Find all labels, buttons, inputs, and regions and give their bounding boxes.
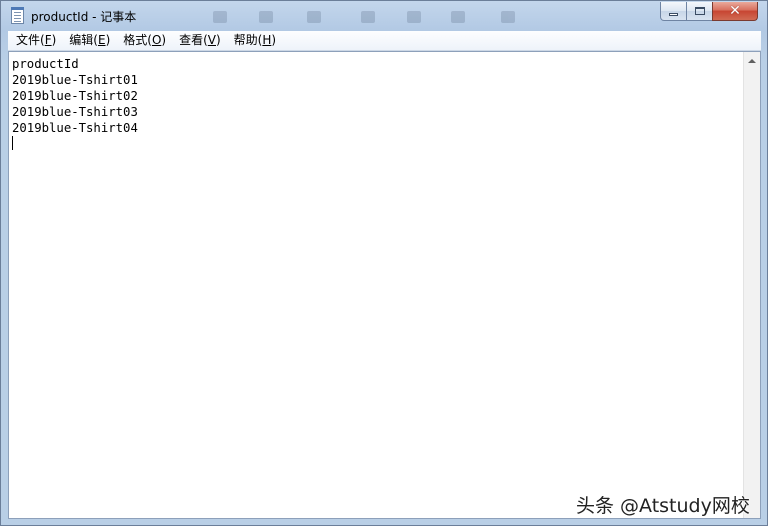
close-button[interactable]: ✕ bbox=[712, 2, 758, 21]
menu-help[interactable]: 帮助(H) bbox=[229, 31, 281, 50]
minimize-button[interactable] bbox=[660, 2, 687, 21]
text-line: productId bbox=[12, 57, 79, 71]
text-line: 2019blue-Tshirt03 bbox=[12, 105, 138, 119]
watermark: 头条 @Atstudy网校 bbox=[576, 495, 750, 517]
maximize-icon bbox=[694, 7, 705, 15]
text-line: 2019blue-Tshirt02 bbox=[12, 89, 138, 103]
menu-edit[interactable]: 编辑(E) bbox=[64, 31, 115, 50]
menu-format[interactable]: 格式(O) bbox=[118, 31, 171, 50]
background-toolbar-ghost bbox=[211, 9, 651, 25]
document-text[interactable]: productId 2019blue-Tshirt01 2019blue-Tshir… bbox=[12, 56, 138, 136]
menu-bar: 文件(F) 编辑(E) 格式(O) 查看(V) 帮助(H) bbox=[8, 31, 761, 51]
close-icon: ✕ bbox=[729, 3, 741, 19]
maximize-button[interactable] bbox=[686, 2, 713, 21]
notepad-window: productId - 记事本 ✕ 文件(F) 编辑(E) 格式(O) 查看(V… bbox=[0, 0, 768, 526]
title-bar[interactable]: productId - 记事本 ✕ bbox=[1, 1, 767, 31]
notepad-icon[interactable] bbox=[11, 7, 24, 24]
minimize-icon bbox=[669, 12, 678, 16]
menu-file[interactable]: 文件(F) bbox=[11, 31, 61, 50]
scroll-up-arrow-icon bbox=[748, 58, 756, 63]
text-line: 2019blue-Tshirt04 bbox=[12, 121, 138, 135]
window-title: productId - 记事本 bbox=[31, 10, 137, 24]
vertical-scrollbar[interactable] bbox=[743, 52, 760, 518]
scroll-up-button[interactable] bbox=[744, 52, 760, 69]
text-caret bbox=[12, 136, 13, 150]
text-editor[interactable]: productId 2019blue-Tshirt01 2019blue-Tshir… bbox=[8, 51, 761, 519]
text-line: 2019blue-Tshirt01 bbox=[12, 73, 138, 87]
menu-view[interactable]: 查看(V) bbox=[174, 31, 226, 50]
